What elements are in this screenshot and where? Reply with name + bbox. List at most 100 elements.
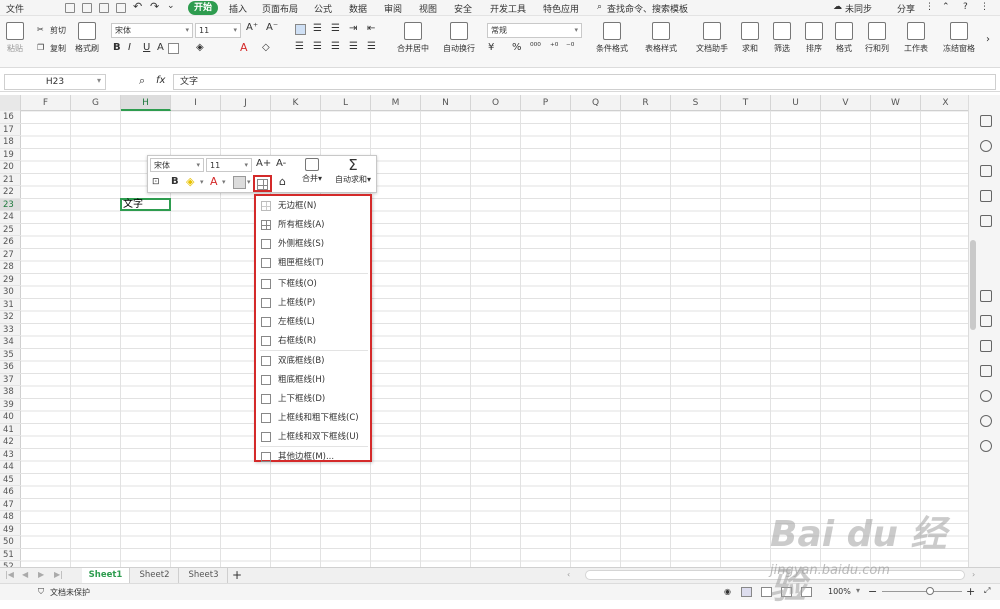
sheet-tab-sheet2[interactable]: Sheet2: [131, 568, 179, 583]
tab-data[interactable]: 数据: [349, 2, 367, 15]
border-menu-item[interactable]: 左框线(L): [256, 313, 370, 332]
collapse-icon[interactable]: ⌃: [942, 2, 950, 12]
tab-developer[interactable]: 开发工具: [490, 2, 526, 15]
panel-help-icon[interactable]: [980, 440, 992, 452]
column-header-x[interactable]: X: [921, 95, 971, 111]
row-header-48[interactable]: 48: [0, 511, 21, 524]
border-menu-item[interactable]: 其他边框(M)...: [256, 448, 370, 467]
column-header-k[interactable]: K: [271, 95, 321, 111]
border-menu-item[interactable]: 双底框线(B): [256, 352, 370, 371]
row-header-26[interactable]: 26: [0, 236, 21, 249]
zoom-in-icon[interactable]: +: [966, 585, 975, 598]
outdent-icon[interactable]: ⇤: [367, 23, 375, 34]
number-format-select[interactable]: 常规 ▾: [487, 23, 582, 38]
eye-icon[interactable]: ◉: [724, 587, 731, 596]
mini-align-icon[interactable]: [233, 176, 246, 189]
vertical-scrollbar-thumb[interactable]: [970, 240, 976, 330]
conditional-format-button[interactable]: 条件格式: [592, 22, 632, 54]
sort-button[interactable]: 排序: [800, 22, 828, 54]
border-menu-item[interactable]: 右框线(R): [256, 332, 370, 351]
filter-button[interactable]: 筛选: [768, 22, 796, 54]
mini-autosum-button[interactable]: Σ 自动求和▾: [331, 156, 375, 185]
cut-button[interactable]: 剪切: [50, 25, 66, 36]
row-header-51[interactable]: 51: [0, 549, 21, 561]
panel-select-icon[interactable]: [980, 115, 992, 127]
chevron-down-icon[interactable]: ▾: [222, 178, 226, 186]
indent-icon[interactable]: ⇥: [349, 23, 357, 34]
strike-icon[interactable]: A: [157, 42, 164, 53]
name-box[interactable]: H23: [4, 74, 106, 90]
row-header-19[interactable]: 19: [0, 149, 21, 161]
column-header-u[interactable]: U: [771, 95, 821, 111]
search-command[interactable]: 查找命令、搜索模板: [607, 2, 688, 15]
row-header-34[interactable]: 34: [0, 336, 21, 349]
justify-icon[interactable]: ☰: [349, 41, 358, 52]
column-header-w[interactable]: W: [871, 95, 921, 111]
doc-helper-button[interactable]: 文档助手: [693, 22, 731, 54]
align-bottom-icon[interactable]: ☰: [331, 23, 340, 34]
sync-status[interactable]: 未同步: [845, 2, 872, 15]
row-header-38[interactable]: 38: [0, 386, 21, 399]
sum-button[interactable]: 求和: [736, 22, 764, 54]
export-icon[interactable]: [116, 3, 126, 13]
mini-font-select[interactable]: 宋体 ▾: [150, 158, 204, 172]
panel-grid-icon[interactable]: [980, 365, 992, 377]
tab-view[interactable]: 视图: [419, 2, 437, 15]
row-header-37[interactable]: 37: [0, 374, 21, 386]
column-header-s[interactable]: S: [671, 95, 721, 111]
italic-icon[interactable]: I: [128, 42, 131, 53]
merge-center-button[interactable]: 合并居中: [391, 22, 435, 54]
prev-sheet-icon[interactable]: ◀: [22, 570, 28, 579]
freeze-panes-button[interactable]: 冻结窗格: [938, 22, 980, 54]
mini-font-size-select[interactable]: 11 ▾: [206, 158, 252, 172]
zoom-slider[interactable]: [882, 591, 962, 592]
chevron-down-icon[interactable]: ⌄: [167, 1, 175, 11]
rows-cols-button[interactable]: 行和列: [861, 22, 893, 54]
tab-insert[interactable]: 插入: [229, 2, 247, 15]
row-header-16[interactable]: 16: [0, 111, 21, 124]
undo-icon[interactable]: ↶: [133, 0, 142, 13]
border-menu-item[interactable]: 粗底框线(H): [256, 371, 370, 390]
mini-border-button[interactable]: [253, 175, 272, 192]
column-header-g[interactable]: G: [71, 95, 121, 111]
row-header-28[interactable]: 28: [0, 261, 21, 274]
chevron-down-icon[interactable]: ▾: [247, 178, 251, 186]
panel-table-icon[interactable]: [980, 165, 992, 177]
zoom-icon[interactable]: ⌕: [139, 74, 145, 88]
align-top-icon[interactable]: [295, 24, 306, 35]
panel-share-icon[interactable]: [980, 315, 992, 327]
column-header-v[interactable]: V: [821, 95, 871, 111]
column-header-m[interactable]: M: [371, 95, 421, 111]
font-grow-icon[interactable]: A⁺: [246, 22, 258, 33]
currency-icon[interactable]: ¥: [488, 42, 494, 53]
redo-icon[interactable]: ↷: [150, 0, 159, 13]
font-color-icon[interactable]: A: [240, 41, 248, 54]
format-painter-button[interactable]: 格式刷: [73, 22, 101, 54]
formula-input[interactable]: 文字: [173, 74, 996, 90]
row-header-44[interactable]: 44: [0, 461, 21, 474]
active-cell[interactable]: 文字: [120, 198, 171, 211]
bold-icon[interactable]: B: [113, 42, 121, 53]
tab-special[interactable]: 特色应用: [543, 2, 579, 15]
row-header-45[interactable]: 45: [0, 474, 21, 486]
mini-format-cells-icon[interactable]: ⊡: [152, 177, 160, 187]
border-menu-item[interactable]: 所有框线(A): [256, 216, 370, 235]
font-shrink-icon[interactable]: A⁻: [266, 22, 278, 33]
scroll-left-icon[interactable]: ‹: [567, 570, 570, 579]
more-icon[interactable]: ⋮: [925, 2, 934, 12]
tab-review[interactable]: 审阅: [384, 2, 402, 15]
add-sheet-button[interactable]: +: [232, 568, 242, 582]
mini-bold-icon[interactable]: B: [171, 176, 179, 187]
mini-merge-button[interactable]: 合并▾: [299, 158, 325, 184]
font-size-select[interactable]: 11 ▾: [195, 23, 241, 38]
column-header-i[interactable]: I: [171, 95, 221, 111]
row-header-49[interactable]: 49: [0, 524, 21, 536]
align-middle-icon[interactable]: ☰: [313, 23, 322, 34]
chevron-down-icon[interactable]: ▾: [200, 178, 204, 186]
thousands-icon[interactable]: ⁰⁰⁰: [530, 42, 541, 52]
chevron-down-icon[interactable]: ▾: [856, 586, 860, 595]
border-menu-item[interactable]: 上框线和粗下框线(C): [256, 409, 370, 428]
border-menu-item[interactable]: 上下框线(D): [256, 390, 370, 409]
border-menu-item[interactable]: 上框线(P): [256, 294, 370, 313]
column-header-p[interactable]: P: [521, 95, 571, 111]
